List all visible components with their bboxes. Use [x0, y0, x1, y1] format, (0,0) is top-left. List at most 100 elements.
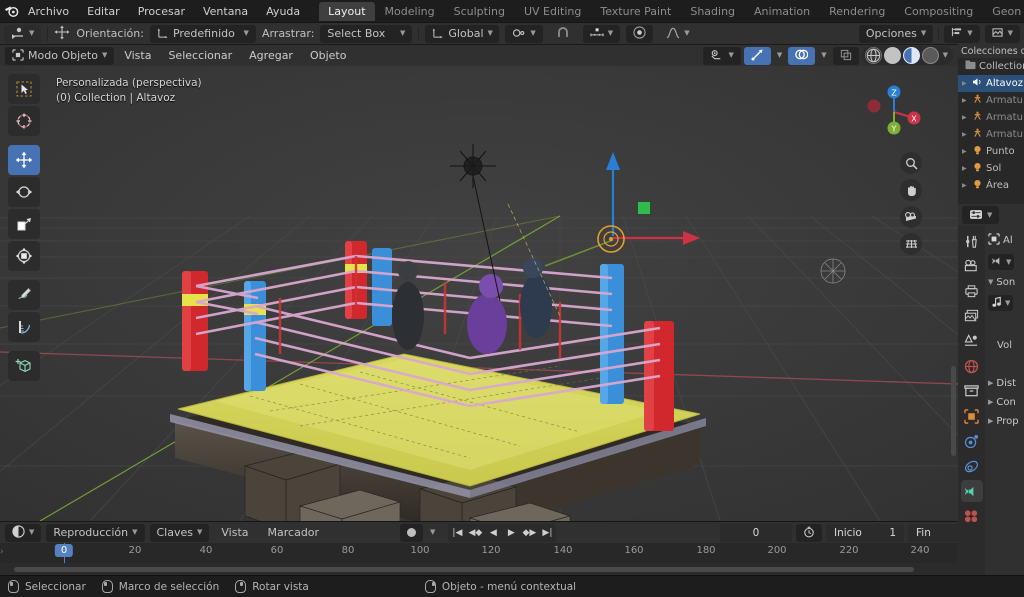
snap-to-dropdown[interactable]: ▼ — [583, 25, 620, 43]
timeline-body[interactable] — [0, 563, 958, 575]
playhead-frame-badge[interactable]: 0 — [55, 544, 73, 557]
workspace-tab-modeling[interactable]: Modeling — [376, 2, 444, 21]
tool-rotate[interactable] — [8, 177, 40, 207]
menu-ayuda[interactable]: Ayuda — [257, 2, 309, 21]
active-tool-button[interactable]: ▼ — [4, 25, 41, 43]
navigation-gizmo[interactable]: Z X Y — [858, 76, 930, 148]
jump-to-prev-keyframe-button[interactable]: ◀◆ — [466, 524, 484, 542]
viewport-menu-objeto[interactable]: Objeto — [303, 47, 354, 64]
drag-dropdown[interactable]: Select Box ▼ — [320, 25, 412, 43]
auto-keying-toggle[interactable] — [400, 524, 423, 542]
3d-viewport[interactable]: Personalizada (perspectiva) (0) Collecti… — [0, 66, 958, 521]
tool-add-cube[interactable] — [8, 351, 40, 381]
menu-procesar[interactable]: Procesar — [129, 2, 194, 21]
visibility-dropdown[interactable]: ▼ — [703, 47, 740, 65]
toggle-ortho-button[interactable] — [900, 233, 922, 255]
disclosure-icon[interactable]: ▶ — [962, 182, 969, 189]
overlays-toggle[interactable] — [788, 47, 815, 65]
properties-editor-type-button[interactable]: ▼ — [962, 206, 999, 224]
camera-view-button[interactable] — [900, 206, 922, 228]
tool-annotate[interactable] — [8, 280, 40, 310]
properties-tab-output[interactable] — [961, 280, 983, 302]
properties-tab-constraints[interactable] — [961, 455, 983, 477]
disclosure-icon[interactable]: ▶ — [962, 131, 969, 138]
viewport-menu-vista[interactable]: Vista — [117, 47, 158, 64]
outliner-row-armature-3[interactable]: ▶ Armatu — [958, 126, 1024, 143]
start-frame-field[interactable]: Inicio 1 — [826, 524, 904, 542]
disclosure-icon[interactable]: ▶ — [962, 165, 969, 172]
properties-tab-render[interactable] — [961, 255, 983, 277]
workspace-tab-texture-paint[interactable]: Texture Paint — [591, 2, 680, 21]
custom-props-panel-header[interactable]: ▶ Prop — [985, 412, 1024, 431]
properties-tab-object[interactable] — [961, 405, 983, 427]
outliner-panel[interactable]: Collection ▶ Altavoz ▶ Armatu ▶ — [958, 58, 1024, 204]
pivot-point-dropdown[interactable]: ▼ — [505, 25, 542, 43]
viewport-menu-agregar[interactable]: Agregar — [242, 47, 300, 64]
proportional-edit-toggle[interactable] — [626, 25, 653, 43]
sync-mode-button[interactable] — [796, 524, 822, 542]
menu-ventana[interactable]: Ventana — [194, 2, 257, 21]
viewport-vertical-scrollbar[interactable] — [951, 366, 956, 456]
timeline-horizontal-scrollbar[interactable] — [14, 567, 914, 572]
properties-tab-modifiers[interactable] — [961, 430, 983, 452]
outliner-row-armature-1[interactable]: ▶ Armatu — [958, 92, 1024, 109]
outliner-row-collection[interactable]: Collection — [958, 58, 1024, 75]
properties-body[interactable]: Al ▼ ▼ Son — [985, 226, 1024, 575]
workspace-tab-rendering[interactable]: Rendering — [820, 2, 894, 21]
material-preview-shading-button[interactable] — [903, 47, 920, 64]
play-reverse-button[interactable]: ◀ — [484, 524, 502, 542]
outliner-row-armature-2[interactable]: ▶ Armatu — [958, 109, 1024, 126]
tool-measure[interactable] — [8, 312, 40, 342]
overlays-dropdown[interactable]: ▼ — [818, 47, 829, 65]
workspace-tab-layout[interactable]: Layout — [319, 2, 374, 21]
outliner-row-sol[interactable]: ▶ Sol — [958, 160, 1024, 177]
pan-button[interactable] — [900, 179, 922, 201]
blender-logo-icon[interactable] — [4, 3, 19, 19]
jump-to-end-button[interactable]: ▶| — [538, 524, 556, 542]
gizmo-dropdown[interactable]: ▼ — [774, 47, 785, 65]
disclosure-icon[interactable]: ▶ — [962, 114, 969, 121]
tool-transform[interactable] — [8, 241, 40, 271]
disclosure-icon[interactable]: ▶ — [962, 148, 969, 155]
wireframe-shading-button[interactable] — [865, 47, 882, 64]
tool-cursor[interactable] — [8, 106, 40, 136]
transform-pivot-icon[interactable] — [54, 25, 70, 42]
properties-tab-scene[interactable] — [961, 330, 983, 352]
play-button[interactable]: ▶ — [502, 524, 520, 542]
menu-editar[interactable]: Editar — [78, 2, 129, 21]
distance-panel-header[interactable]: ▶ Dist — [985, 354, 1024, 393]
chevron-down-icon[interactable]: ▼ — [941, 52, 950, 59]
xray-toggle[interactable] — [833, 47, 859, 65]
tool-move[interactable] — [8, 145, 40, 175]
outliner-editor-type-button[interactable]: ▼ — [944, 25, 979, 43]
workspace-tab-uv-editing[interactable]: UV Editing — [515, 2, 590, 21]
tool-select-box[interactable] — [8, 74, 40, 104]
timeline-editor-type-button[interactable]: ▼ — [5, 524, 41, 542]
properties-tab-tool[interactable] — [961, 230, 983, 252]
outliner-row-altavoz[interactable]: ▶ Altavoz — [958, 75, 1024, 92]
disclosure-icon[interactable]: ▶ — [962, 80, 969, 87]
timeline-ruler[interactable]: 20 40 60 80 100 120 140 160 180 200 220 … — [0, 543, 958, 563]
workspace-tab-geometry-nodes[interactable]: Geon — [983, 2, 1024, 21]
current-frame-field[interactable]: 0 — [720, 524, 792, 542]
timeline-menu-marcador[interactable]: Marcador — [261, 524, 327, 542]
properties-tab-data[interactable] — [961, 480, 983, 502]
workspace-tab-compositing[interactable]: Compositing — [895, 2, 982, 21]
snap-magnet-toggle[interactable] — [549, 25, 577, 43]
auto-keying-dropdown[interactable]: ▼ — [427, 524, 438, 542]
workspace-tab-shading[interactable]: Shading — [681, 2, 744, 21]
viewport-menu-seleccionar[interactable]: Seleccionar — [161, 47, 239, 64]
outliner-row-punto[interactable]: ▶ Punto — [958, 143, 1024, 160]
properties-editor-type-button[interactable]: ▼ — [985, 25, 1020, 43]
object-mode-dropdown[interactable]: Modo Objeto ▼ — [5, 47, 114, 65]
timeline-menu-claves[interactable]: Claves ▼ — [150, 524, 210, 542]
sound-panel-header[interactable]: ▼ Son — [985, 273, 1024, 292]
properties-tab-collection[interactable] — [961, 380, 983, 402]
sound-datablock-button[interactable]: ▼ — [988, 295, 1013, 311]
snap-space-dropdown[interactable]: Global ▼ — [425, 25, 499, 43]
properties-tab-view-layer[interactable] — [961, 305, 983, 327]
tool-scale[interactable] — [8, 209, 40, 239]
properties-tab-material[interactable] — [961, 505, 983, 527]
falloff-dropdown[interactable]: ▼ — [659, 25, 696, 43]
properties-tab-world[interactable] — [961, 355, 983, 377]
